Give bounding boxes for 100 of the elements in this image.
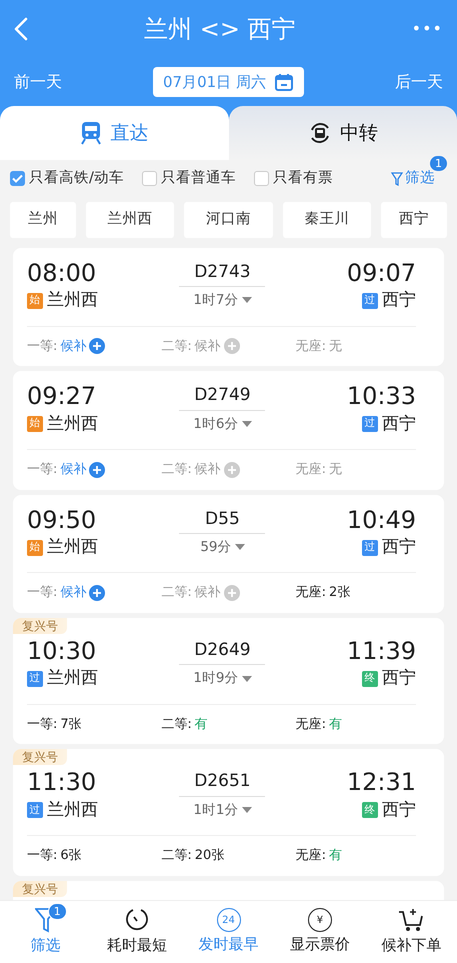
station-chip[interactable]: 兰州 xyxy=(10,202,76,238)
station-name: 兰州西 xyxy=(47,289,98,312)
caret-icon xyxy=(242,297,252,304)
bottom-nav-item[interactable]: 候补下单 xyxy=(366,901,457,963)
page-title: 兰州 <> 西宁 xyxy=(144,14,296,45)
check-icon xyxy=(12,174,23,184)
seat-class-label: 无座: xyxy=(296,716,326,734)
back-icon[interactable] xyxy=(14,17,28,41)
train-card[interactable]: 复兴号 10:30 过 兰州西 D2649 1时9分 11:39 终 西宁 一等: 7张 二等: 有 无座: 有 xyxy=(13,618,444,744)
seat-availability: 有 xyxy=(194,716,208,734)
station-name: 西宁 xyxy=(382,289,416,312)
time-text: 09:27 xyxy=(27,383,98,410)
station-type-mark: 终 xyxy=(362,802,378,818)
train-number: D2743 xyxy=(179,260,266,288)
seat-class-label: 一等: xyxy=(27,338,58,356)
time-text: 10:33 xyxy=(346,383,416,410)
train-number: D2749 xyxy=(179,383,266,411)
time-text: 09:07 xyxy=(346,260,416,286)
station-name: 西宁 xyxy=(382,667,416,690)
seat-availability: 2张 xyxy=(329,584,350,602)
bottom-nav-item[interactable]: 24 发时最早 xyxy=(182,901,274,963)
duration-dropdown[interactable]: 1时6分 xyxy=(193,414,252,434)
station-name: 兰州西 xyxy=(47,798,98,822)
plus-circle-icon[interactable] xyxy=(224,462,240,478)
filter-checkbox[interactable]: 只看普通车 xyxy=(142,168,236,190)
station-type-mark: 始 xyxy=(27,292,43,309)
plus-circle-icon[interactable] xyxy=(224,585,240,602)
seat-class-label: 无座: xyxy=(296,584,326,602)
duration-dropdown[interactable]: 1时9分 xyxy=(193,668,252,689)
station-type-mark: 始 xyxy=(27,416,43,432)
seat-class-label: 二等: xyxy=(161,338,192,356)
seat-availability: 候补 xyxy=(60,338,86,356)
station-chip[interactable]: 西宁 xyxy=(381,202,448,238)
filter-checkbox[interactable]: 只看有票 xyxy=(254,168,333,190)
station-type-mark: 过 xyxy=(362,540,378,556)
train-type-tag: 复兴号 xyxy=(13,618,67,634)
plus-circle-icon[interactable] xyxy=(89,338,106,354)
bottom-nav-item[interactable]: 筛选 1 xyxy=(0,901,92,963)
station-name: 兰州西 xyxy=(47,536,98,559)
time-text: 10:49 xyxy=(346,506,416,533)
station-chip[interactable]: 秦王川 xyxy=(282,202,372,238)
cart-icon xyxy=(398,907,424,934)
plus-circle-icon[interactable] xyxy=(224,338,240,354)
station-type-mark: 过 xyxy=(27,802,43,818)
seat-availability: 无 xyxy=(329,338,342,356)
yen-icon: ¥ xyxy=(308,908,332,932)
seat-class-label: 无座: xyxy=(296,461,326,480)
train-type-tag: 复兴号 xyxy=(13,880,67,897)
station-type-mark: 过 xyxy=(362,416,378,432)
seat-class-label: 一等: xyxy=(27,716,58,734)
duration-dropdown[interactable]: 1时1分 xyxy=(193,800,252,820)
caret-icon xyxy=(242,420,252,427)
train-number: D55 xyxy=(179,506,266,534)
train-number: D2651 xyxy=(179,769,266,797)
train-card[interactable]: 09:27 始 兰州西 D2749 1时6分 10:33 过 西宁 一等: 候补 二等: 候补 无座: 无 xyxy=(13,371,444,490)
caret-icon xyxy=(242,806,252,813)
seat-class-label: 二等: xyxy=(161,716,192,734)
time-text: 10:30 xyxy=(27,638,98,664)
duration-dropdown[interactable]: 59分 xyxy=(200,537,244,558)
station-name: 西宁 xyxy=(382,412,416,436)
station-chip[interactable]: 河口南 xyxy=(184,202,273,238)
tab[interactable]: 直达 xyxy=(0,106,228,160)
plus-circle-icon[interactable] xyxy=(89,462,106,478)
seat-availability: 候补 xyxy=(60,584,86,602)
bottom-nav-item[interactable]: ¥ 显示票价 xyxy=(274,901,366,963)
clock-icon: 24 xyxy=(216,908,241,932)
seat-availability: 候补 xyxy=(60,461,86,480)
station-type-mark: 始 xyxy=(27,540,43,556)
caret-icon xyxy=(242,676,252,682)
station-name: 西宁 xyxy=(382,536,416,559)
tab[interactable]: 中转 xyxy=(228,106,457,160)
seat-availability: 20张 xyxy=(194,847,224,866)
seat-availability: 有 xyxy=(329,847,342,866)
time-text: 11:39 xyxy=(346,638,416,664)
time-text: 11:30 xyxy=(27,769,98,796)
train-card[interactable]: 09:50 始 兰州西 D55 59分 10:49 过 西宁 一等: 候补 二等: 候补 无座: 2张 xyxy=(13,494,444,613)
time-text: 12:31 xyxy=(346,769,416,796)
train-number: D2649 xyxy=(179,638,266,666)
train-card[interactable]: 08:00 始 兰州西 D2743 1时7分 09:07 过 西宁 一等: 候补 二等: 候补 无座: 无 xyxy=(13,248,444,366)
seat-class-label: 无座: xyxy=(296,338,326,356)
seat-availability: 候补 xyxy=(194,338,221,356)
duration-dropdown[interactable]: 1时7分 xyxy=(193,290,252,310)
seat-availability: 候补 xyxy=(194,461,221,480)
time-text: 09:50 xyxy=(27,506,98,533)
station-name: 兰州西 xyxy=(47,667,98,690)
station-name: 西宁 xyxy=(382,798,416,822)
bottom-nav-item[interactable]: 耗时最短 xyxy=(91,901,183,963)
count-badge: 1 xyxy=(48,903,67,920)
seat-class-label: 一等: xyxy=(27,461,58,480)
station-chip[interactable]: 兰州西 xyxy=(86,202,174,238)
station-type-mark: 过 xyxy=(362,292,378,309)
count-badge: 1 xyxy=(430,156,447,171)
seat-availability: 6张 xyxy=(60,847,82,866)
plus-circle-icon[interactable] xyxy=(89,585,106,602)
seat-class-label: 二等: xyxy=(161,847,192,866)
seat-class-label: 二等: xyxy=(161,584,192,602)
filter-checkbox[interactable]: 只看高铁/动车 xyxy=(10,168,124,190)
station-name: 兰州西 xyxy=(47,412,98,436)
filter-icon xyxy=(391,172,403,186)
train-card[interactable]: 复兴号 11:30 过 兰州西 D2651 1时1分 12:31 终 西宁 一等: 6张 二等: 20张 无座: 有 xyxy=(13,749,444,876)
